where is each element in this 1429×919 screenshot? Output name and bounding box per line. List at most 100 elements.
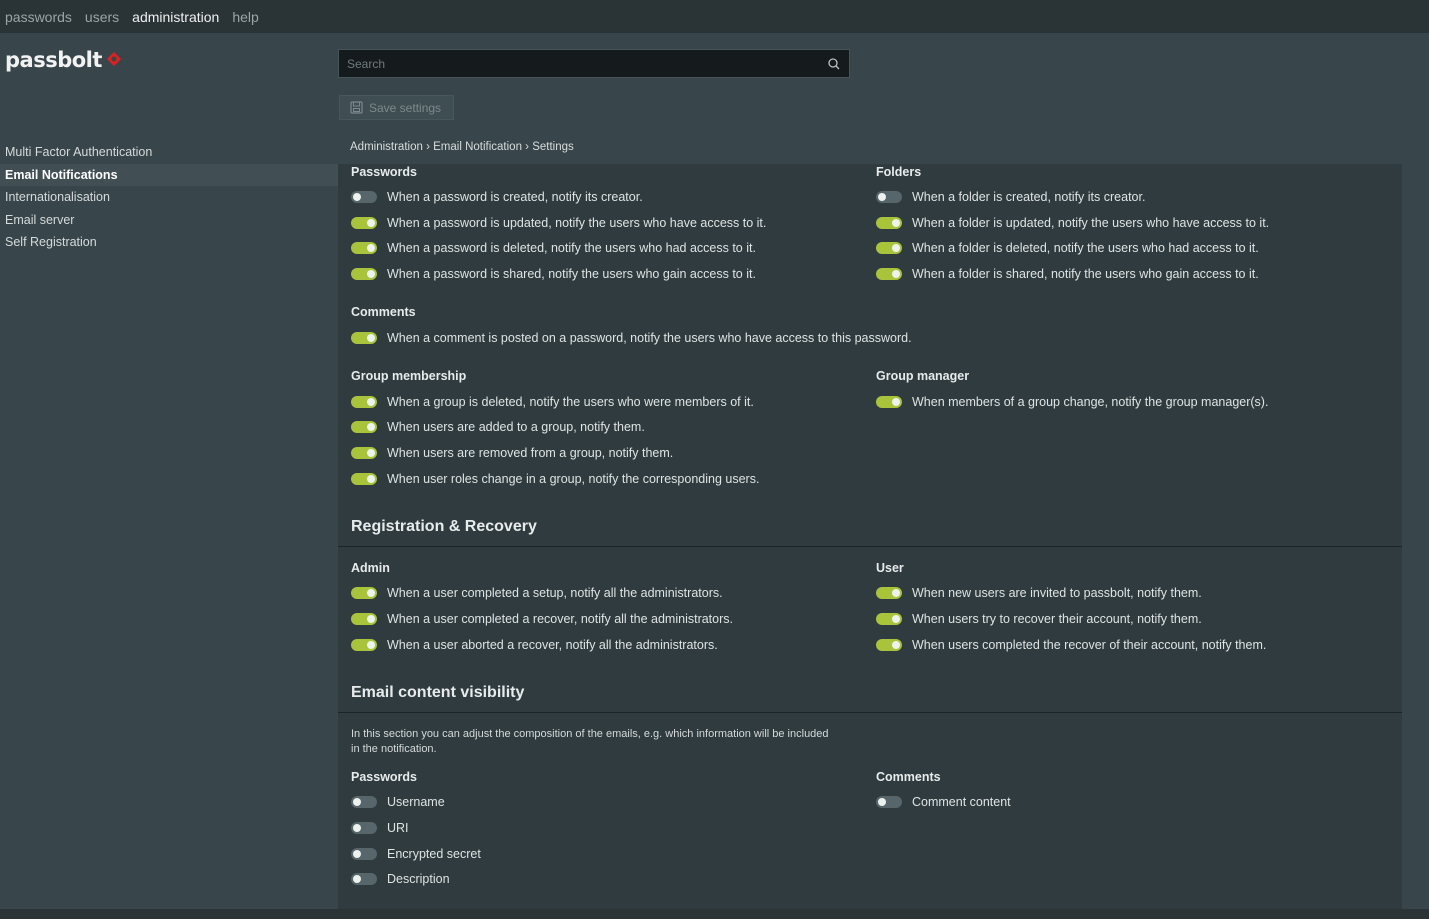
comments-group-title: Comments xyxy=(351,305,416,319)
toggle-row: Encrypted secret xyxy=(351,847,481,861)
toggle-switch[interactable] xyxy=(351,396,377,408)
search-icon[interactable] xyxy=(827,57,841,71)
toggle-label: Description xyxy=(387,872,450,886)
top-navigation: passwords users administration help xyxy=(0,0,1429,33)
toggle-row: When users completed the recover of thei… xyxy=(876,638,1266,652)
toggle-switch[interactable] xyxy=(876,242,902,254)
toggle-switch[interactable] xyxy=(876,639,902,651)
sidebar-menu: Multi Factor Authentication Email Notifi… xyxy=(0,141,338,254)
toggle-row: When a password is shared, notify the us… xyxy=(351,267,756,281)
toggle-row: When a folder is created, notify its cre… xyxy=(876,190,1145,204)
toggle-switch[interactable] xyxy=(351,447,377,459)
toggle-label: Comment content xyxy=(912,795,1011,809)
toggle-switch[interactable] xyxy=(351,191,377,203)
folders-group-title: Folders xyxy=(876,165,922,179)
group-manager-title: Group manager xyxy=(876,369,970,383)
user-group-title: User xyxy=(876,561,904,575)
search-bar xyxy=(338,49,850,78)
toggle-switch[interactable] xyxy=(351,796,377,808)
breadcrumb-separator: › xyxy=(426,141,430,153)
toggle-row: When users are added to a group, notify … xyxy=(351,420,645,434)
visibility-intro-text: In this section you can adjust the compo… xyxy=(351,728,829,755)
toggle-label: When users try to recover their account,… xyxy=(912,612,1202,626)
sidebar-item-self-registration[interactable]: Self Registration xyxy=(0,231,338,254)
toggle-label: When a folder is shared, notify the user… xyxy=(912,267,1259,281)
toggle-switch[interactable] xyxy=(351,848,377,860)
toggle-label: When a user completed a recover, notify … xyxy=(387,612,733,626)
toggle-switch[interactable] xyxy=(351,421,377,433)
toggle-label: When a folder is created, notify its cre… xyxy=(912,190,1146,204)
nav-passwords[interactable]: passwords xyxy=(5,9,72,25)
toggle-switch[interactable] xyxy=(351,613,377,625)
scrollbar-track[interactable] xyxy=(1402,164,1429,910)
toggle-label: When a password is updated, notify the u… xyxy=(387,216,767,230)
toggle-label: When a group is deleted, notify the user… xyxy=(387,395,754,409)
toggle-row: When a group is deleted, notify the user… xyxy=(351,395,754,409)
toggle-label: When a folder is updated, notify the use… xyxy=(912,216,1270,230)
toggle-row: When a folder is deleted, notify the use… xyxy=(876,241,1259,255)
toggle-row: When a password is updated, notify the u… xyxy=(351,216,766,230)
group-membership-title: Group membership xyxy=(351,369,467,383)
toggle-label: When a password is created, notify its c… xyxy=(387,190,643,204)
toggle-switch[interactable] xyxy=(351,822,377,834)
toggle-row: When new users are invited to passbolt, … xyxy=(876,586,1202,600)
toggle-label: Encrypted secret xyxy=(387,847,481,861)
sidebar-item-internationalisation[interactable]: Internationalisation xyxy=(0,186,338,209)
toggle-row: When a user aborted a recover, notify al… xyxy=(351,638,718,652)
toggle-label: When a password is shared, notify the us… xyxy=(387,267,756,281)
toggle-label: When users are removed from a group, not… xyxy=(387,446,674,460)
toggle-switch[interactable] xyxy=(351,332,377,344)
breadcrumb-settings[interactable]: Settings xyxy=(532,141,574,153)
footer-strip xyxy=(0,909,1429,919)
sidebar-item-multi-factor-authentication[interactable]: Multi Factor Authentication xyxy=(0,141,338,164)
nav-administration[interactable]: administration xyxy=(132,9,219,25)
logo-mark-icon xyxy=(106,48,122,72)
nav-users[interactable]: users xyxy=(85,9,119,25)
toggle-label: When users are added to a group, notify … xyxy=(387,420,645,434)
visibility-comments-title: Comments xyxy=(876,770,941,784)
save-settings-button[interactable]: Save settings xyxy=(339,95,454,120)
save-settings-label: Save settings xyxy=(369,100,442,115)
breadcrumb: Administration › Email Notification › Se… xyxy=(350,141,574,153)
search-input[interactable] xyxy=(347,56,827,71)
toggle-switch[interactable] xyxy=(351,473,377,485)
toggle-row: When users are removed from a group, not… xyxy=(351,446,673,460)
section-divider xyxy=(338,546,1402,547)
section-divider xyxy=(338,712,1402,713)
email-content-visibility-title: Email content visibility xyxy=(351,684,525,701)
toggle-row: When a password is deleted, notify the u… xyxy=(351,241,756,255)
toggle-switch[interactable] xyxy=(876,396,902,408)
sidebar-item-email-notifications[interactable]: Email Notifications xyxy=(0,163,338,186)
breadcrumb-email-notification[interactable]: Email Notification xyxy=(433,141,522,153)
toggle-row: When a folder is updated, notify the use… xyxy=(876,216,1269,230)
toggle-row: Username xyxy=(351,795,445,809)
toggle-label: When a user completed a setup, notify al… xyxy=(387,586,723,600)
visibility-passwords-title: Passwords xyxy=(351,770,418,784)
toggle-switch[interactable] xyxy=(876,268,902,280)
toggle-label: When users completed the recover of thei… xyxy=(912,638,1267,652)
nav-help[interactable]: help xyxy=(232,9,258,25)
toggle-row: When a folder is shared, notify the user… xyxy=(876,267,1259,281)
toggle-label: When user roles change in a group, notif… xyxy=(387,472,760,486)
passbolt-logo[interactable]: passbolt xyxy=(5,48,122,72)
toggle-switch[interactable] xyxy=(876,587,902,599)
toggle-switch[interactable] xyxy=(351,268,377,280)
toggle-switch[interactable] xyxy=(351,587,377,599)
toggle-row: Comment content xyxy=(876,795,1011,809)
toggle-row: When a password is created, notify its c… xyxy=(351,190,643,204)
toggle-switch[interactable] xyxy=(351,242,377,254)
sidebar-item-email-server[interactable]: Email server xyxy=(0,209,338,232)
breadcrumb-separator: › xyxy=(525,141,530,153)
toggle-switch[interactable] xyxy=(876,613,902,625)
toggle-switch[interactable] xyxy=(351,217,377,229)
toggle-switch[interactable] xyxy=(351,873,377,885)
toggle-switch[interactable] xyxy=(876,796,902,808)
logo-text: passbolt xyxy=(5,48,102,72)
breadcrumb-administration[interactable]: Administration xyxy=(350,141,423,153)
toggle-switch[interactable] xyxy=(351,639,377,651)
toggle-switch[interactable] xyxy=(876,217,902,229)
main-content: Administration › Email Notification › Se… xyxy=(338,132,1429,919)
toggle-switch[interactable] xyxy=(876,191,902,203)
toggle-label: When a comment is posted on a password, … xyxy=(387,331,912,345)
admin-group-title: Admin xyxy=(351,561,390,575)
